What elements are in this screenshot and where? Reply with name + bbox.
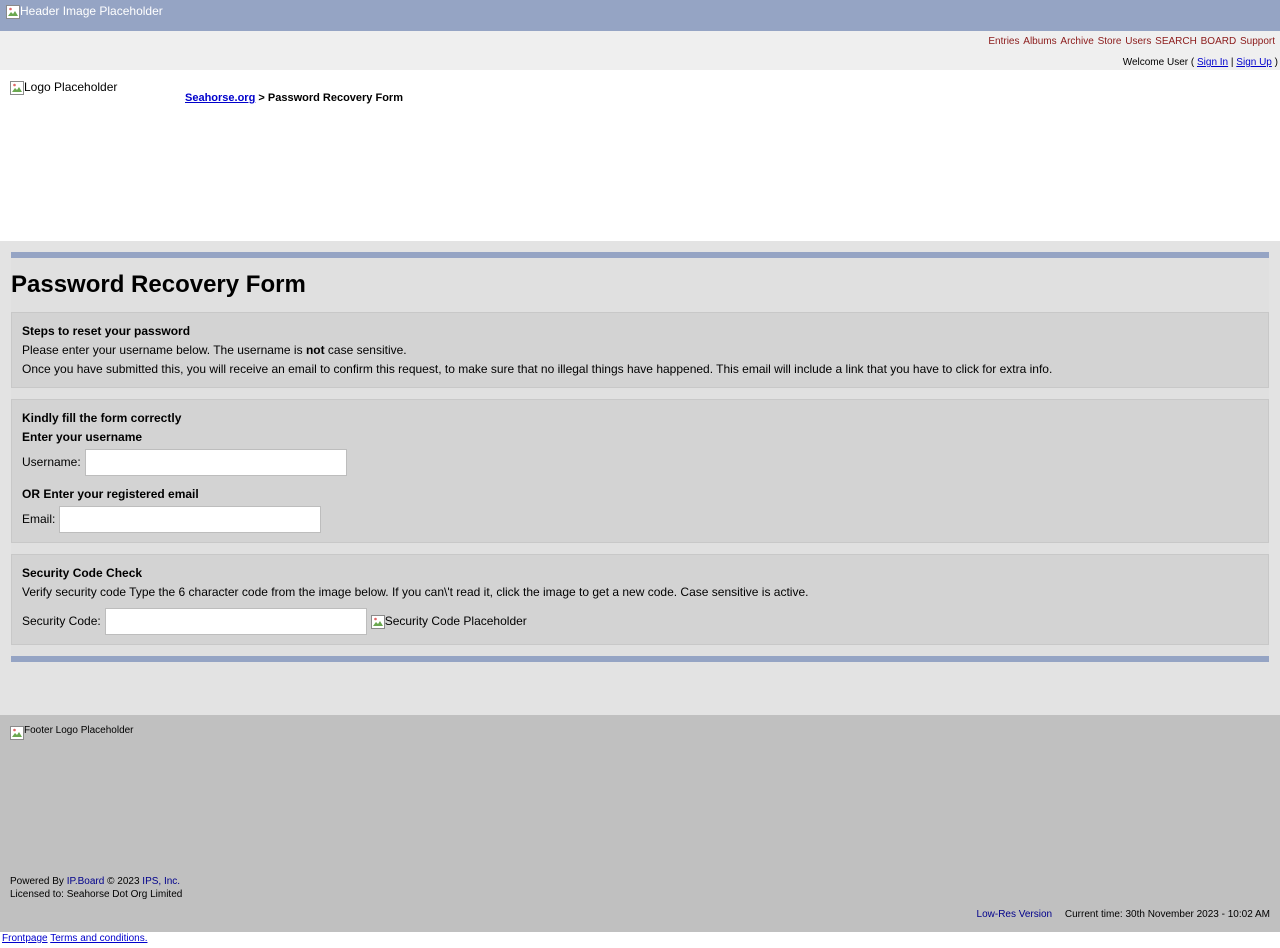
broken-image-icon	[10, 81, 24, 95]
broken-image-icon	[6, 5, 20, 19]
nav-board[interactable]: BOARD	[1201, 36, 1237, 47]
nav-store[interactable]: Store	[1098, 36, 1122, 47]
form-panel: Kindly fill the form correctly Enter you…	[11, 399, 1269, 543]
licensed-to: Licensed to: Seahorse Dot Org Limited	[10, 889, 183, 900]
email-row: Email:	[22, 504, 1258, 534]
current-time: Current time: 30th November 2023 - 10:02…	[1064, 909, 1270, 920]
breadcrumb-current: Password Recovery Form	[267, 92, 403, 104]
steps-line-1: Please enter your username below. The us…	[22, 341, 1258, 360]
breadcrumb-separator: >	[258, 92, 265, 104]
steps-line-1-post: case sensitive.	[324, 343, 407, 357]
frontpage-link[interactable]: Frontpage	[2, 933, 48, 944]
nav-search[interactable]: SEARCH	[1155, 36, 1197, 47]
page-title: Password Recovery Form	[11, 271, 306, 298]
security-panel: Security Code Check Verify security code…	[11, 554, 1269, 645]
steps-line-2: Once you have submitted this, you will r…	[22, 362, 1053, 376]
footer: Footer Logo Placeholder Powered By IP.Bo…	[0, 715, 1280, 932]
security-title: Security Code Check	[22, 566, 143, 580]
security-row: Security Code: Security Code Placeholder	[22, 606, 1258, 636]
footer-logo: Footer Logo Placeholder	[10, 725, 134, 740]
security-code-image[interactable]: Security Code Placeholder	[370, 613, 527, 629]
ipboard-link[interactable]: IP.Board	[67, 876, 105, 887]
header-image-alt: Header Image Placeholder	[20, 4, 163, 18]
low-res-link[interactable]: Low-Res Version	[977, 909, 1053, 920]
sign-up-link[interactable]: Sign Up	[1236, 57, 1272, 68]
username-input[interactable]	[84, 448, 347, 476]
nav-entries[interactable]: Entries	[988, 36, 1019, 47]
copyright: © 2023	[107, 876, 140, 887]
top-nav: Entries Albums Archive Store Users SEARC…	[0, 31, 1280, 70]
breadcrumb: Seahorse.org > Password Recovery Form	[185, 92, 403, 104]
broken-image-icon	[10, 726, 24, 740]
footer-logo-alt: Footer Logo Placeholder	[24, 725, 134, 736]
nav-archive[interactable]: Archive	[1060, 36, 1093, 47]
sign-in-link[interactable]: Sign In	[1197, 57, 1228, 68]
form-title: Kindly fill the form correctly	[22, 411, 182, 425]
username-heading: Enter your username	[22, 430, 143, 444]
welcome-text: Welcome User ( Sign In | Sign Up )	[1123, 57, 1278, 68]
bottom-links: Frontpage Terms and conditions.	[2, 933, 147, 944]
nav-albums[interactable]: Albums	[1023, 36, 1056, 47]
welcome-separator: |	[1230, 57, 1234, 68]
logo-area: Logo Placeholder Seahorse.org > Password…	[0, 70, 1280, 241]
main-content: Password Recovery Form Steps to reset yo…	[0, 241, 1280, 715]
nav-users[interactable]: Users	[1125, 36, 1151, 47]
site-logo[interactable]: Logo Placeholder	[10, 80, 117, 95]
terms-link[interactable]: Terms and conditions.	[50, 933, 147, 944]
header-banner: Header Image Placeholder	[0, 0, 1280, 31]
nav-links: Entries Albums Archive Store Users SEARC…	[987, 36, 1275, 47]
steps-line-1-pre: Please enter your username below. The us…	[22, 343, 306, 357]
main-inner: Password Recovery Form Steps to reset yo…	[11, 252, 1269, 662]
powered-prefix: Powered By	[10, 876, 64, 887]
security-code-input[interactable]	[104, 607, 367, 635]
powered-by: Powered By IP.Board © 2023 IPS, Inc. Lic…	[10, 875, 182, 901]
nav-support[interactable]: Support	[1240, 36, 1275, 47]
header-image: Header Image Placeholder	[6, 4, 163, 19]
steps-line-1-bold: not	[305, 343, 325, 357]
email-input[interactable]	[59, 505, 322, 533]
footer-right: Low-Res Version Current time: 30th Novem…	[977, 909, 1270, 920]
logo-alt: Logo Placeholder	[24, 80, 118, 94]
username-row: Username:	[22, 447, 1258, 477]
welcome-prefix: Welcome User (	[1122, 57, 1195, 68]
username-label: Username:	[22, 454, 81, 469]
email-heading: OR Enter your registered email	[22, 487, 199, 501]
steps-panel: Steps to reset your password Please ente…	[11, 312, 1269, 388]
broken-image-icon	[370, 614, 385, 629]
ips-link[interactable]: IPS, Inc.	[142, 876, 180, 887]
email-label: Email:	[22, 511, 56, 526]
steps-title: Steps to reset your password	[22, 324, 191, 338]
breadcrumb-home[interactable]: Seahorse.org	[185, 92, 255, 104]
bottom-divider	[11, 656, 1269, 662]
security-image-alt: Security Code Placeholder	[384, 613, 527, 628]
welcome-suffix: )	[1274, 57, 1278, 68]
security-description: Verify security code Type the 6 characte…	[22, 585, 809, 599]
security-code-label: Security Code:	[22, 613, 101, 628]
